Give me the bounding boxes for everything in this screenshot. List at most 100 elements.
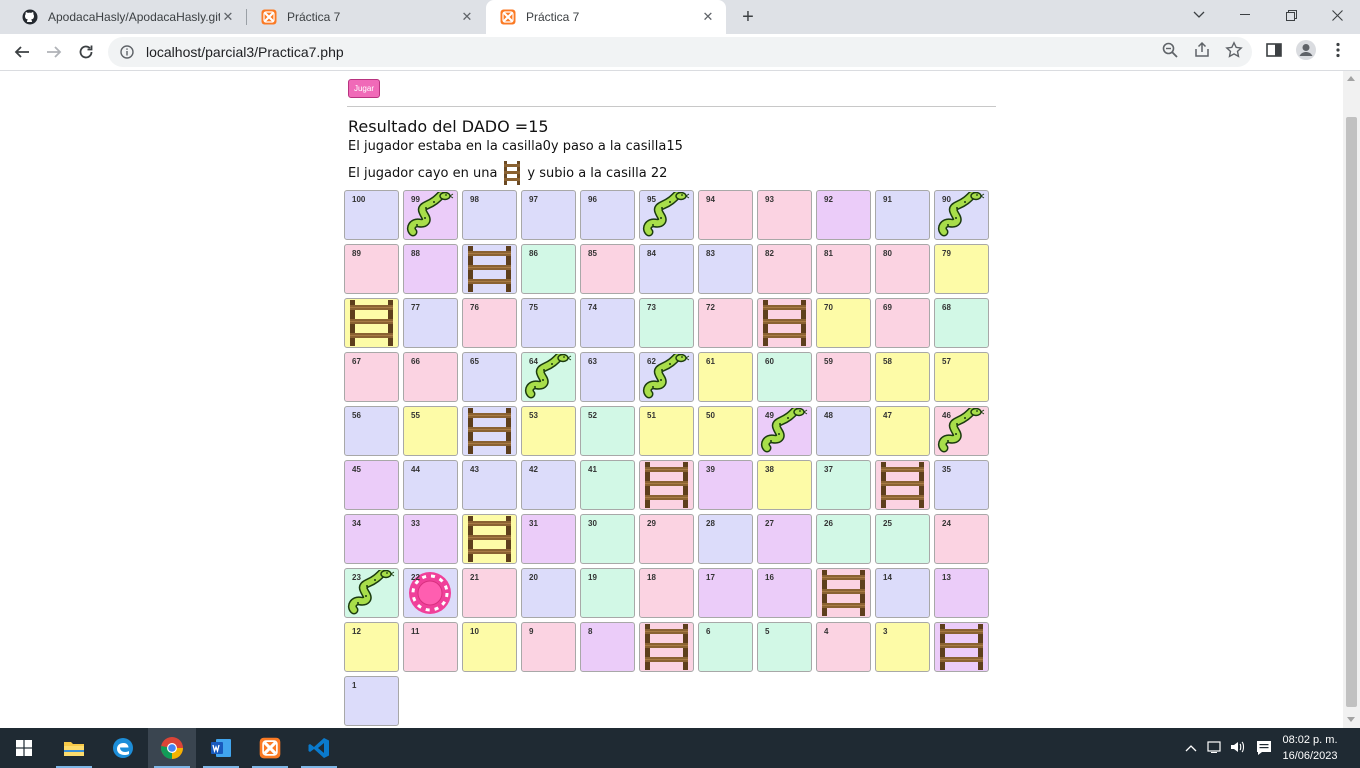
board-cell: 3: [875, 622, 930, 672]
cell-number: 94: [706, 195, 715, 204]
vscode-icon[interactable]: [295, 728, 343, 768]
cell-number: 45: [352, 465, 361, 474]
board-cell: 26: [816, 514, 871, 564]
chevron-up-icon[interactable]: [1183, 741, 1199, 755]
board-cell: 46: [934, 406, 989, 456]
board-cell: 84: [639, 244, 694, 294]
clock-time: 08:02 p. m.: [1282, 734, 1338, 746]
scroll-up-arrow[interactable]: [1347, 76, 1355, 81]
cell-number: 50: [706, 411, 715, 420]
board-cell: 11: [403, 622, 458, 672]
file-explorer-icon[interactable]: [50, 728, 98, 768]
ladder-icon: [822, 570, 865, 616]
move-description: El jugador estaba en la casilla0y paso a…: [348, 139, 683, 154]
edge-icon[interactable]: [99, 728, 147, 768]
cell-number: 24: [942, 519, 951, 528]
cell-number: 77: [411, 303, 420, 312]
jugar-button[interactable]: Jugar: [348, 79, 380, 98]
board-cell: 42: [521, 460, 576, 510]
cell-number: 13: [942, 573, 951, 582]
tab-title: Práctica 7: [287, 10, 341, 24]
scroll-down-arrow[interactable]: [1347, 717, 1355, 722]
board-cell: 39: [698, 460, 753, 510]
divider: [347, 106, 996, 107]
close-tab-icon[interactable]: ✕: [700, 9, 716, 25]
tab-github[interactable]: ApodacaHasly/ApodacaHasly.git ✕: [8, 0, 246, 34]
board-cell: 82: [757, 244, 812, 294]
page-scrollbar[interactable]: [1343, 71, 1360, 728]
cell-number: 92: [824, 195, 833, 204]
ladder-icon: [504, 161, 521, 185]
forward-button[interactable]: [41, 39, 67, 65]
side-panel-icon[interactable]: [1265, 41, 1283, 59]
board-cell: 98: [462, 190, 517, 240]
board-cell: 24: [934, 514, 989, 564]
close-tab-icon[interactable]: ✕: [459, 9, 475, 25]
cell-number: 67: [352, 357, 361, 366]
tab-search-icon[interactable]: [1176, 0, 1222, 30]
cell-number: 8: [588, 627, 593, 636]
board-cell: 75: [521, 298, 576, 348]
cell-number: 100: [352, 195, 366, 204]
board-cell: 14: [875, 568, 930, 618]
tab-practica7-a[interactable]: Práctica 7 ✕: [247, 0, 485, 34]
word-icon[interactable]: [197, 728, 245, 768]
cell-number: 41: [588, 465, 597, 474]
board-cell: 28: [698, 514, 753, 564]
cell-number: 38: [765, 465, 774, 474]
cell-number: 58: [883, 357, 892, 366]
cell-number: 35: [942, 465, 951, 474]
notifications-icon[interactable]: [1256, 728, 1272, 768]
restore-button[interactable]: [1268, 0, 1314, 30]
zoom-icon[interactable]: [1161, 41, 1179, 59]
board-cell: 70: [816, 298, 871, 348]
xampp-taskbar-icon[interactable]: [246, 728, 294, 768]
start-icon[interactable]: [0, 728, 48, 768]
back-button[interactable]: [9, 39, 35, 65]
board-cell: 83: [698, 244, 753, 294]
site-info-icon[interactable]: [120, 45, 134, 59]
cell-number: 37: [824, 465, 833, 474]
board-cell: 37: [816, 460, 871, 510]
volume-icon[interactable]: [1227, 740, 1249, 757]
cell-number: 14: [883, 573, 892, 582]
board-cell: 99: [403, 190, 458, 240]
cell-number: 64: [529, 357, 538, 366]
close-window-button[interactable]: [1314, 0, 1360, 30]
cell-number: 70: [824, 303, 833, 312]
cell-number: 4: [824, 627, 829, 636]
board-cell: 43: [462, 460, 517, 510]
tab-practica7-active[interactable]: Práctica 7 ✕: [486, 0, 726, 34]
scrollbar-thumb[interactable]: [1346, 117, 1357, 707]
share-icon[interactable]: [1193, 41, 1211, 59]
board-cell: 55: [403, 406, 458, 456]
menu-kebab-icon[interactable]: [1329, 41, 1347, 59]
network-icon[interactable]: [1203, 740, 1227, 757]
bookmark-star-icon[interactable]: [1225, 41, 1243, 59]
url-text[interactable]: localhost/parcial3/Practica7.php: [146, 44, 344, 60]
cell-number: 57: [942, 357, 951, 366]
board-cell: [462, 406, 517, 456]
close-tab-icon[interactable]: ✕: [220, 9, 236, 25]
system-clock[interactable]: 08:02 p. m. 16/06/2023: [1280, 732, 1340, 764]
board-cell: [934, 622, 989, 672]
new-tab-button[interactable]: +: [736, 6, 760, 28]
minimize-button[interactable]: [1222, 0, 1268, 30]
board-cell: [639, 460, 694, 510]
address-bar[interactable]: localhost/parcial3/Practica7.php: [108, 37, 1252, 67]
chrome-icon[interactable]: [148, 728, 196, 768]
tab-title: ApodacaHasly/ApodacaHasly.git: [48, 10, 220, 24]
ladder-text-before: El jugador cayo en una: [348, 165, 498, 181]
cell-number: 28: [706, 519, 715, 528]
reload-button[interactable]: [73, 39, 99, 65]
board-cell: 9: [521, 622, 576, 672]
cell-number: 55: [411, 411, 420, 420]
board-cell: 57: [934, 352, 989, 402]
board-cell: 81: [816, 244, 871, 294]
system-tray: [1183, 728, 1249, 768]
cell-number: 75: [529, 303, 538, 312]
profile-avatar-icon[interactable]: [1295, 39, 1317, 61]
cell-number: 10: [470, 627, 479, 636]
cell-number: 95: [647, 195, 656, 204]
cell-number: 89: [352, 249, 361, 258]
